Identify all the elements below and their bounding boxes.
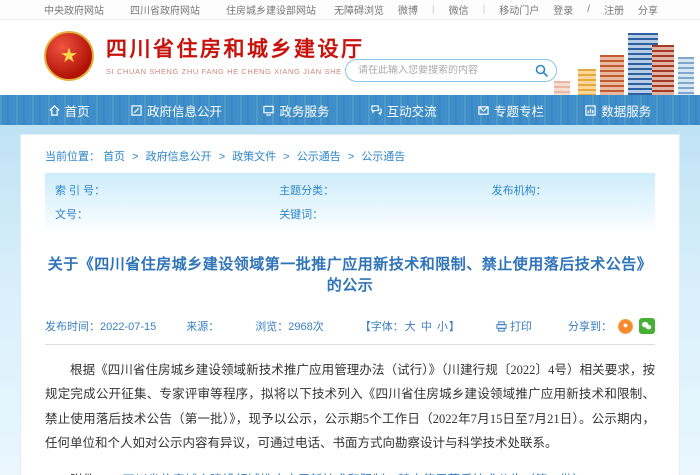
nav-item-info-disclosure[interactable]: 政府信息公开: [131, 101, 222, 120]
data-services-icon: [585, 105, 596, 116]
building-shape: [652, 45, 674, 95]
breadcrumb-info-disclosure[interactable]: 政府信息公开: [146, 151, 212, 163]
article-content: 根据《四川省住房城乡建设领域新技术推广应用管理办法（试行）》（川建行规〔2022…: [45, 358, 655, 475]
article-title: 关于《四川省住房城乡建设领域第一批推广应用新技术和限制、禁止使用落后技术公告》的…: [45, 253, 655, 295]
breadcrumb-separator: >: [219, 151, 225, 163]
link-accessibility[interactable]: 无障碍浏览: [334, 2, 384, 17]
document-meta-box: 索 引 号： 主题分类： 发布机构： 文号： 关键词：: [45, 173, 655, 234]
meta-topic-label: 主题分类：: [279, 182, 491, 198]
meta-keywords-label: 关键词：: [279, 206, 491, 222]
building-shape: [578, 69, 596, 95]
main-nav: 首页 政府信息公开 政务服务 互动交流 专题专栏 数据服务: [0, 95, 700, 125]
breadcrumb-notices[interactable]: 公示通告: [297, 151, 341, 163]
meta-publisher-label: 发布机构：: [492, 182, 645, 198]
nav-item-home[interactable]: 首页: [49, 101, 90, 120]
breadcrumb-separator: >: [132, 151, 138, 163]
meta-docno-label: 文号：: [55, 206, 279, 222]
divider: |: [483, 4, 486, 15]
site-title: 四川省住房和城乡建设厅: [106, 33, 365, 63]
publish-time: 发布时间：2022-07-15: [45, 318, 156, 334]
divider: |: [432, 4, 435, 15]
login-link[interactable]: 登录: [553, 2, 573, 17]
breadcrumb: 当前位置： 首页 > 政府信息公开 > 政策文件 > 公示通告 > 公示通告: [45, 141, 655, 173]
publish-time-label: 发布时间：: [45, 321, 100, 333]
building-shape: [600, 55, 624, 95]
print-label: 打印: [510, 318, 532, 334]
site-brand: 四川省住房和城乡建设厅 SI CHUAN SHENG ZHU FANG HE C…: [106, 33, 365, 76]
breadcrumb-label: 当前位置：: [45, 151, 100, 163]
breadcrumb-home[interactable]: 首页: [103, 151, 125, 163]
link-central-gov[interactable]: 中央政府网站: [44, 2, 104, 17]
search-input[interactable]: [358, 65, 535, 76]
views-value: 2968次: [288, 321, 323, 333]
printer-icon: [496, 321, 507, 332]
topbar-right-links: 无障碍浏览 微博 | 微信 | 移动门户 登录 / 注册 分享: [334, 2, 658, 17]
font-widget-prefix: 【字体：: [360, 321, 404, 333]
building-shape: [554, 81, 570, 95]
nav-label: 政务服务: [279, 101, 329, 120]
font-size-small[interactable]: 小: [437, 321, 448, 333]
nav-item-topics[interactable]: 专题专栏: [478, 101, 544, 120]
home-icon: [49, 105, 60, 116]
meta-index-label: 索 引 号：: [55, 182, 279, 198]
print-button[interactable]: 打印: [496, 318, 532, 334]
nav-label: 首页: [65, 101, 90, 120]
gov-services-icon: [263, 105, 274, 116]
register-link[interactable]: 注册: [604, 2, 624, 17]
font-widget-suffix: 】: [449, 321, 460, 333]
article-body: 根据《四川省住房城乡建设领域新技术推广应用管理办法（试行）》（川建行规〔2022…: [45, 358, 655, 456]
font-size-widget: 【字体：大 中 小】: [360, 318, 460, 334]
breadcrumb-separator: >: [348, 151, 354, 163]
weibo-share-icon[interactable]: [618, 319, 633, 334]
divider-line: [45, 344, 655, 345]
info-disclosure-icon: [131, 105, 142, 116]
attachment-row: 附件：W四川省住房城乡建设领域推广应用新技术和限制、禁止使用落后技术公告（第一批…: [45, 469, 655, 475]
source-label: 来源：: [186, 318, 219, 334]
share-widget: 分享到：: [568, 318, 655, 334]
breadcrumb-current[interactable]: 公示通告: [361, 151, 405, 163]
top-utility-bar: 中央政府网站 四川省政府网站 住房城乡建设部网站 无障碍浏览 微博 | 微信 |…: [0, 0, 700, 20]
wechat-share-icon[interactable]: [639, 318, 655, 334]
nav-item-data-services[interactable]: 数据服务: [585, 101, 651, 120]
publish-info: 发布时间：2022-07-15 来源：: [45, 318, 219, 334]
interaction-icon: [371, 105, 382, 116]
star-icon: ★: [60, 46, 78, 66]
link-sichuan-gov[interactable]: 四川省政府网站: [130, 2, 200, 17]
nav-item-gov-services[interactable]: 政务服务: [263, 101, 329, 120]
breadcrumb-policy-docs[interactable]: 政策文件: [232, 151, 276, 163]
building-shape: [678, 57, 694, 95]
share-label: 分享到：: [568, 318, 612, 334]
topics-icon: [478, 105, 489, 116]
nav-label: 互动交流: [387, 101, 437, 120]
font-size-large[interactable]: 大: [405, 321, 416, 333]
meta-empty-cell: [492, 206, 645, 222]
search-icon[interactable]: [535, 64, 548, 77]
site-header: ★ 四川省住房和城乡建设厅 SI CHUAN SHENG ZHU FANG HE…: [0, 20, 700, 95]
link-wechat[interactable]: 微信: [449, 2, 469, 17]
breadcrumb-separator: >: [283, 151, 289, 163]
city-buildings-illustration: [548, 27, 698, 95]
national-emblem-logo: ★: [44, 31, 94, 81]
share-link[interactable]: 分享: [638, 2, 658, 17]
meta-grid: 索 引 号： 主题分类： 发布机构： 文号： 关键词：: [55, 182, 645, 222]
publish-time-value: 2022-07-15: [100, 321, 156, 333]
nav-label: 数据服务: [601, 101, 651, 120]
nav-label: 专题专栏: [494, 101, 544, 120]
page-background: 当前位置： 首页 > 政府信息公开 > 政策文件 > 公示通告 > 公示通告 索…: [0, 125, 700, 475]
link-mohurd[interactable]: 住房城乡建设部网站: [226, 2, 316, 17]
search-box: [345, 59, 557, 82]
views-label: 浏览：: [255, 321, 288, 333]
article-info-row: 发布时间：2022-07-15 来源： 浏览：2968次 【字体：大 中 小】 …: [45, 318, 655, 334]
divider: /: [587, 4, 590, 15]
content-card: 当前位置： 首页 > 政府信息公开 > 政策文件 > 公示通告 > 公示通告 索…: [20, 134, 680, 475]
view-count: 浏览：2968次: [255, 318, 323, 334]
nav-label: 政府信息公开: [147, 101, 222, 120]
link-mobile-portal[interactable]: 移动门户: [499, 2, 539, 17]
font-size-medium[interactable]: 中: [421, 321, 432, 333]
topbar-left-links: 中央政府网站 四川省政府网站 住房城乡建设部网站: [44, 2, 316, 17]
site-title-pinyin: SI CHUAN SHENG ZHU FANG HE CHENG XIANG J…: [106, 67, 365, 76]
nav-item-interaction[interactable]: 互动交流: [371, 101, 437, 120]
link-weibo[interactable]: 微博: [398, 2, 418, 17]
